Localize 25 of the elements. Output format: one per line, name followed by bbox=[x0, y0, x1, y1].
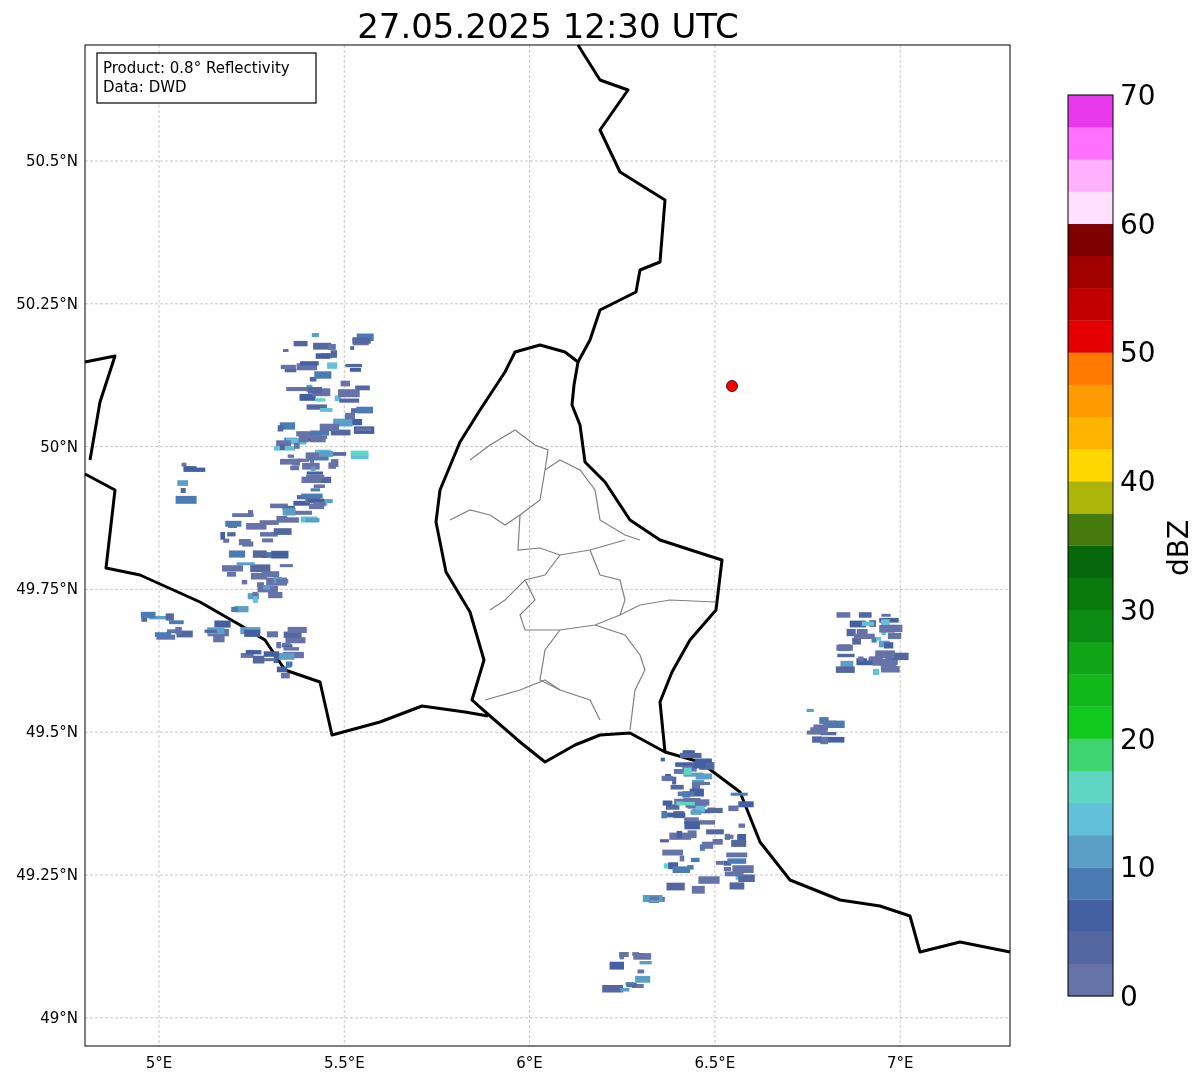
colorbar-tick-label: 0 bbox=[1120, 980, 1138, 1013]
tick-label: 6.5°E bbox=[694, 1054, 736, 1072]
colorbar-tick-label: 70 bbox=[1120, 79, 1156, 112]
colorbar-tick-label: 60 bbox=[1120, 207, 1156, 241]
tick-label: 50.5°N bbox=[25, 152, 78, 170]
tick-label: 50°N bbox=[40, 437, 78, 456]
tick-label: 50.25°N bbox=[16, 294, 78, 313]
colorbar-tick-label: 40 bbox=[1120, 465, 1156, 499]
colorbar-tick-label: 30 bbox=[1120, 593, 1156, 627]
info-text: Product: 0.8° Reflectivity bbox=[103, 59, 290, 77]
tick-label: 7°E bbox=[886, 1054, 914, 1072]
tick-label: 5°E bbox=[145, 1054, 173, 1072]
tick-label: 5.5°E bbox=[323, 1054, 365, 1072]
colorbar-tick-label: 50 bbox=[1120, 336, 1156, 370]
location-marker bbox=[726, 380, 738, 392]
tick-label: 49°N bbox=[40, 1008, 78, 1027]
info-text: Data: DWD bbox=[103, 78, 187, 96]
tick-label: 49.25°N bbox=[16, 866, 78, 884]
colorbar-tick-label: 10 bbox=[1120, 851, 1156, 885]
tick-label: 6°E bbox=[516, 1054, 543, 1072]
tick-label: 49.5°N bbox=[25, 723, 78, 742]
chart-title: 27.05.2025 12:30 UTC bbox=[357, 6, 739, 46]
tick-label: 49.75°N bbox=[16, 580, 78, 599]
colorbar-label: dBZ bbox=[1162, 519, 1195, 577]
colorbar-tick-label: 20 bbox=[1120, 722, 1156, 756]
